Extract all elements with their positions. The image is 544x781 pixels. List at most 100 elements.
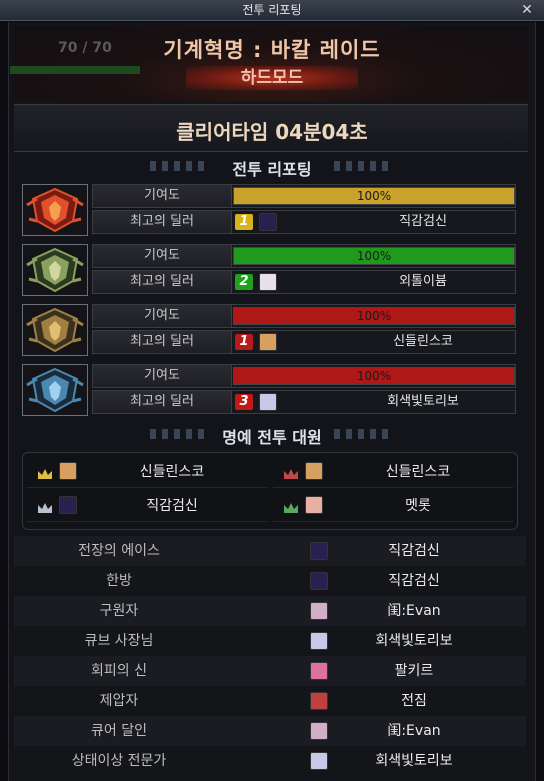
contribution-bar: 100%	[233, 247, 515, 265]
contribution-value: 100%	[356, 189, 392, 203]
dealer-name[interactable]: 직감검신	[343, 211, 503, 233]
difficulty-badge: 하드모드	[186, 66, 358, 90]
dealer-name[interactable]: 신들린스코	[343, 331, 503, 353]
honor-member[interactable]: 멧롯	[273, 491, 513, 522]
best-dealer-row: 최고의 딜러 1 직감검신	[92, 210, 516, 234]
avatar[interactable]	[259, 333, 277, 351]
award-player-name[interactable]: 팔키르	[314, 656, 514, 686]
award-player-name[interactable]: 闺:Evan	[314, 716, 514, 746]
award-title: 구원자	[99, 603, 139, 619]
honor-members-box: 신들린스코 신들린스코직감검신 멧롯	[22, 452, 518, 530]
contribution-label: 기여도	[93, 305, 232, 327]
best-dealer-row: 최고의 딜러 1 신들린스코	[92, 330, 516, 354]
best-dealer-label: 최고의 딜러	[93, 331, 232, 353]
report-section-header: 전투 리포팅	[0, 156, 544, 180]
award-title: 한방	[106, 573, 132, 589]
contribution-row: 기여도 100%	[92, 304, 516, 328]
award-row: 한방 직감검신	[14, 566, 526, 596]
honor-section-title: 명예 전투 대원	[222, 428, 322, 447]
boss-report-row: 기여도 100% 최고의 딜러 1 신들린스코	[22, 304, 516, 360]
best-dealer-label: 최고의 딜러	[93, 391, 232, 413]
rank-badge: 1	[235, 334, 253, 350]
award-row: 전장의 에이스 직감검신	[14, 536, 526, 566]
contribution-bar: 100%	[233, 187, 515, 205]
boss-report-row: 기여도 100% 최고의 딜러 1 직감검신	[22, 184, 516, 240]
avatar[interactable]	[59, 496, 77, 514]
award-row: 제압자 전짐	[14, 686, 526, 716]
best-dealer-label: 최고의 딜러	[93, 211, 232, 233]
best-dealer-label: 최고의 딜러	[93, 271, 232, 293]
green-boss-emblem-icon	[22, 244, 88, 296]
rank-badge: 3	[235, 394, 253, 410]
window-title: 전투 리포팅	[242, 3, 302, 17]
award-player-name[interactable]: 闺:Evan	[314, 596, 514, 626]
award-title: 전장의 에이스	[78, 543, 160, 559]
contribution-label: 기여도	[93, 185, 232, 207]
red-crown-icon	[283, 465, 299, 479]
diamond-ornament-icon	[334, 429, 394, 439]
avatar[interactable]	[305, 462, 323, 480]
honor-member[interactable]: 신들린스코	[273, 457, 513, 488]
close-icon[interactable]: ✕	[518, 0, 536, 20]
honor-member-name: 멧롯	[405, 498, 431, 514]
honor-member[interactable]: 신들린스코	[27, 457, 267, 488]
green-crown-icon	[283, 499, 299, 513]
award-player-name[interactable]: 회색빛토리보	[314, 746, 514, 776]
contribution-row: 기여도 100%	[92, 364, 516, 388]
award-title: 제압자	[99, 693, 139, 709]
dealer-name[interactable]: 회색빛토리보	[343, 391, 503, 413]
silver-crown-icon	[37, 499, 53, 513]
clear-time: 클리어타임 04분04초	[176, 120, 368, 144]
award-table: 전장의 에이스 직감검신 한방 직감검신 구원자 闺:Evan 큐브 사장님 회색빛토리보 회피…	[14, 536, 526, 776]
blue-boss-emblem-icon	[22, 364, 88, 416]
best-dealer-row: 최고의 딜러 2 외톨이븀	[92, 270, 516, 294]
contribution-value: 100%	[356, 369, 392, 383]
award-player-name[interactable]: 전짐	[314, 686, 514, 716]
honor-member[interactable]: 직감검신	[27, 491, 267, 522]
rank-badge: 2	[235, 274, 253, 290]
red-boss-emblem-icon	[22, 184, 88, 236]
honor-member-name: 신들린스코	[385, 464, 451, 480]
window-titlebar: 전투 리포팅 ✕	[0, 0, 544, 21]
hp-bar	[10, 66, 140, 74]
avatar[interactable]	[305, 496, 323, 514]
award-player-name[interactable]: 회색빛토리보	[314, 626, 514, 656]
award-row: 구원자 闺:Evan	[14, 596, 526, 626]
report-section-title: 전투 리포팅	[232, 160, 312, 179]
best-dealer-row: 최고의 딜러 3 회색빛토리보	[92, 390, 516, 414]
boss-report-row: 기여도 100% 최고의 딜러 3 회색빛토리보	[22, 364, 516, 420]
dealer-name[interactable]: 외톨이븀	[343, 271, 503, 293]
honor-member-name: 신들린스코	[139, 464, 205, 480]
diamond-ornament-icon	[150, 429, 210, 439]
gold-boss-emblem-icon	[22, 304, 88, 356]
contribution-value: 100%	[356, 249, 392, 263]
contribution-label: 기여도	[93, 365, 232, 387]
contribution-bar: 100%	[233, 367, 515, 385]
contribution-bar: 100%	[233, 307, 515, 325]
avatar[interactable]	[259, 273, 277, 291]
dungeon-title: 기계혁명 : 바칼 레이드	[163, 38, 381, 62]
honor-member-name: 직감검신	[146, 498, 198, 514]
award-title: 큐어 달인	[91, 723, 147, 739]
avatar[interactable]	[259, 393, 277, 411]
honor-section-header: 명예 전투 대원	[0, 424, 544, 448]
boss-report-row: 기여도 100% 최고의 딜러 2 외톨이븀	[22, 244, 516, 300]
avatar[interactable]	[59, 462, 77, 480]
avatar[interactable]	[259, 213, 277, 231]
gold-crown-icon	[37, 465, 53, 479]
contribution-row: 기여도 100%	[92, 184, 516, 208]
award-title: 회피의 신	[91, 663, 147, 679]
award-title: 상태이상 전문가	[71, 753, 167, 769]
contribution-row: 기여도 100%	[92, 244, 516, 268]
award-title: 큐브 사장님	[84, 633, 154, 649]
contribution-value: 100%	[356, 309, 392, 323]
award-row: 큐브 사장님 회색빛토리보	[14, 626, 526, 656]
award-player-name[interactable]: 직감검신	[314, 536, 514, 566]
contribution-label: 기여도	[93, 245, 232, 267]
rank-badge: 1	[235, 214, 253, 230]
award-row: 상태이상 전문가 회색빛토리보	[14, 746, 526, 776]
diamond-ornament-icon	[334, 161, 394, 171]
diamond-ornament-icon	[150, 161, 210, 171]
award-row: 회피의 신 팔키르	[14, 656, 526, 686]
award-player-name[interactable]: 직감검신	[314, 566, 514, 596]
